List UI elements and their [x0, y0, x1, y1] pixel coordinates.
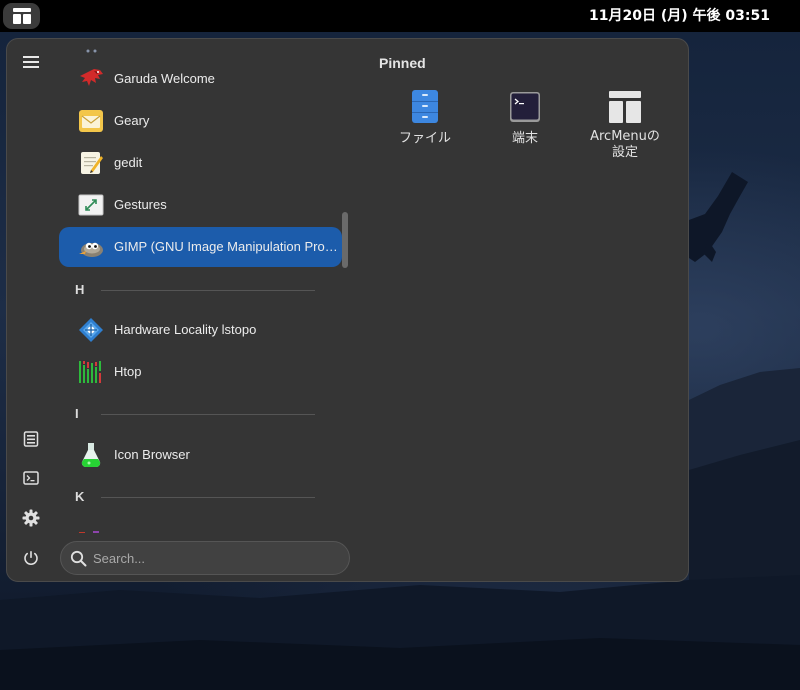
garuda-eagle-icon — [80, 69, 103, 86]
pinned-label: ArcMenuの 設定 — [580, 129, 670, 161]
list-item-garuda-welcome[interactable]: Garuda Welcome — [59, 59, 342, 99]
search-input[interactable] — [93, 542, 333, 574]
htop-icon — [79, 361, 101, 383]
app-label: GIMP (GNU Image Manipulation Program) — [114, 239, 339, 254]
settings-button[interactable] — [15, 502, 47, 534]
pinned-label: 端末 — [511, 131, 538, 146]
app-list-scrollbar[interactable] — [342, 212, 348, 268]
search-icon — [70, 550, 87, 567]
clock-label[interactable]: 11月20日 (月) 午後 03:51 — [589, 0, 770, 32]
section-header-i: I — [59, 399, 319, 429]
eagle-silhouette — [689, 172, 748, 262]
app-label: Geary — [114, 113, 150, 128]
app-label: Gestures — [114, 197, 167, 212]
app-label: Hardware Locality lstopo — [114, 322, 257, 337]
power-button[interactable] — [15, 542, 47, 574]
app-label: Garuda Welcome — [114, 71, 215, 86]
partial-app-icon — [79, 524, 107, 533]
section-letter: K — [75, 489, 85, 504]
terminal-icon — [510, 92, 540, 122]
files-cabinet-icon — [412, 90, 438, 123]
section-header-k: K — [59, 482, 319, 512]
list-item-geary[interactable]: Geary — [59, 101, 342, 141]
partial-app-icon — [85, 39, 99, 53]
pinned-item-arcmenu-settings[interactable]: ArcMenuの 設定 — [580, 87, 670, 167]
pinned-label-line: ArcMenuの — [590, 129, 660, 144]
arcmenu-layout-icon — [12, 8, 31, 24]
list-item-gedit[interactable]: gedit — [59, 143, 342, 183]
terminal-button[interactable] — [15, 462, 47, 494]
section-letter: H — [75, 282, 85, 297]
list-item-htop[interactable]: Htop — [59, 352, 342, 392]
list-item-icon-browser[interactable]: Icon Browser — [59, 435, 342, 475]
pinned-item-files[interactable]: ファイル — [380, 87, 470, 167]
power-icon — [24, 551, 38, 565]
settings-gear-icon — [22, 509, 40, 527]
app-label: Icon Browser — [114, 447, 190, 462]
section-divider — [101, 414, 315, 415]
search-box[interactable] — [60, 541, 350, 575]
icon-browser-flask-icon — [81, 443, 101, 468]
app-list[interactable]: Garuda Welcome Geary gedit Gestures GIMP… — [59, 39, 351, 533]
pinned-label-line: 設定 — [611, 145, 638, 160]
gimp-icon — [79, 242, 103, 257]
gestures-icon — [78, 194, 104, 216]
section-header-h: H — [59, 275, 319, 305]
pinned-title: Pinned — [379, 55, 426, 71]
arcmenu-settings-icon — [609, 91, 641, 123]
list-item-gestures[interactable]: Gestures — [59, 185, 342, 225]
list-item-lstopo[interactable]: Hardware Locality lstopo — [59, 310, 342, 350]
pinned-item-terminal[interactable]: 端末 — [480, 87, 570, 167]
menu-side-rail — [7, 39, 55, 583]
gedit-notepad-icon — [81, 152, 103, 174]
section-divider — [101, 290, 315, 291]
lstopo-icon — [79, 318, 103, 342]
section-divider — [101, 497, 315, 498]
documents-button[interactable] — [15, 423, 47, 455]
section-letter: I — [75, 406, 79, 421]
terminal-icon — [23, 471, 39, 485]
arcmenu-panel: Garuda Welcome Geary gedit Gestures GIMP… — [6, 38, 689, 582]
geary-mail-icon — [79, 110, 103, 132]
documents-icon — [23, 431, 39, 447]
app-label: gedit — [114, 155, 143, 170]
top-bar: 11月20日 (月) 午後 03:51 — [0, 0, 800, 32]
app-label: Htop — [114, 364, 142, 379]
hamburger-menu-button[interactable] — [15, 46, 47, 78]
hamburger-menu-icon — [23, 56, 39, 68]
arcmenu-button[interactable] — [3, 3, 40, 29]
list-item-gimp[interactable]: GIMP (GNU Image Manipulation Program) — [59, 227, 342, 267]
pinned-label: ファイル — [398, 131, 451, 146]
